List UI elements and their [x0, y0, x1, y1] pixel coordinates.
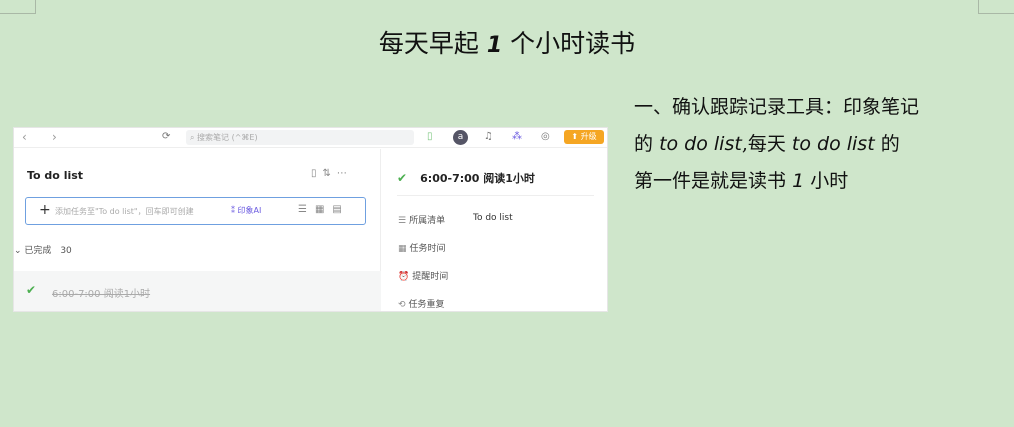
list-item[interactable]: ✔ 6:00-7:00 阅读1小时: [14, 271, 381, 311]
todo-list-term-1: to do list: [659, 133, 742, 155]
upgrade-label: 升级: [580, 132, 597, 141]
list-title: To do list: [27, 169, 84, 182]
evernote-todo-screenshot: ‹ › ⟳ ⌕ 搜索笔记 (^⌘E) ▯ a ♫ ⁂ ◎ ⬆ 升级 To do …: [13, 127, 608, 312]
alarm-icon: ⏰: [398, 272, 410, 282]
avatar[interactable]: a: [453, 130, 468, 145]
page-corner-mark-left: [0, 0, 36, 14]
check-icon[interactable]: ✔: [397, 171, 407, 185]
check-icon[interactable]: ✔: [26, 283, 36, 297]
title-text-1: 每天早起: [378, 29, 479, 58]
sync-icon[interactable]: ⟳: [162, 131, 170, 142]
side-text-de: 的: [634, 133, 654, 155]
list-icon: ☰: [398, 216, 407, 226]
device-icon[interactable]: ▯: [311, 168, 323, 179]
add-task-tools: ☰▦▤: [298, 204, 350, 215]
add-task-input[interactable]: + 添加任务至"To do list"，回车即可创建 ⁑ 印象AI ☰▦▤: [25, 197, 366, 225]
add-task-placeholder: 添加任务至"To do list"，回车即可创建: [55, 207, 194, 216]
page-corner-mark-right: [978, 0, 1014, 14]
sparkle-icon: ⁑: [231, 206, 235, 215]
task-detail-pane: ✔ 6:00-7:00 阅读1小时 ☰ 所属清单 To do list ▦ 任务时间…: [382, 149, 607, 311]
list-icon[interactable]: ☰: [298, 204, 315, 215]
side-line-3: 第一件是就是读书 1 小时: [634, 163, 979, 200]
side-line-1: 一、确认跟踪记录工具：印象笔记: [634, 96, 920, 118]
prop-label: 任务时间: [409, 244, 446, 254]
plus-icon: +: [39, 202, 51, 218]
prop-label: 任务重复: [408, 300, 445, 310]
list-toolbar: ▯⇅⋯: [311, 168, 353, 179]
prop-value: To do list: [473, 213, 513, 223]
completed-count: 30: [60, 246, 72, 256]
side-text-3a: 第一件是就是读书: [634, 170, 787, 192]
prop-label: 所属清单: [409, 216, 446, 226]
prop-list[interactable]: ☰ 所属清单 To do list: [398, 213, 513, 226]
sort-icon[interactable]: ⇅: [323, 168, 337, 179]
completed-label: 已完成: [24, 246, 52, 256]
side-line-2: 的 to do list,每天 to do list 的: [634, 126, 979, 163]
side-paragraph: 一、确认跟踪记录工具：印象笔记 的 to do list,每天 to do li…: [634, 89, 979, 200]
task-detail-title[interactable]: 6:00-7:00 阅读1小时: [420, 172, 535, 185]
upgrade-button[interactable]: ⬆ 升级: [564, 130, 604, 144]
task-detail-header: ✔ 6:00-7:00 阅读1小时: [397, 167, 535, 186]
bell-icon[interactable]: ♫: [484, 131, 493, 142]
repeat-icon: ⟲: [398, 300, 406, 310]
completed-task-text: 6:00-7:00 阅读1小时: [52, 289, 151, 300]
phone-icon[interactable]: ▯: [427, 131, 433, 142]
side-text-comma: ,每天: [741, 133, 786, 155]
forward-arrow-icon[interactable]: ›: [52, 130, 57, 144]
search-input[interactable]: ⌕ 搜索笔记 (^⌘E): [186, 130, 414, 145]
title-number: 1: [486, 33, 503, 58]
note-icon[interactable]: ▤: [332, 204, 349, 215]
help-icon[interactable]: ◎: [541, 131, 550, 142]
completed-section-toggle[interactable]: ⌄ 已完成 30: [14, 243, 72, 256]
more-icon[interactable]: ⋯: [337, 168, 353, 179]
calendar-icon: ▦: [398, 244, 407, 254]
task-list-pane: To do list ▯⇅⋯ + 添加任务至"To do list"，回车即可创…: [14, 149, 381, 311]
divider: [397, 195, 594, 196]
ai-wave-icon[interactable]: ⁂: [512, 131, 522, 142]
prop-reminder[interactable]: ⏰ 提醒时间: [398, 269, 448, 282]
side-text-3b: 小时: [810, 170, 849, 192]
prop-repeat[interactable]: ⟲ 任务重复: [398, 297, 445, 310]
search-placeholder: 搜索笔记 (^⌘E): [197, 133, 258, 142]
side-text-de-2: 的: [880, 133, 900, 155]
back-arrow-icon[interactable]: ‹: [22, 130, 27, 144]
upgrade-icon: ⬆: [571, 132, 579, 141]
todo-list-term-2: to do list: [791, 133, 875, 155]
chevron-down-icon: ⌄: [14, 246, 22, 256]
ai-button[interactable]: ⁑ 印象AI: [231, 205, 261, 216]
title-text-2: 个小时读书: [510, 29, 636, 58]
app-topbar: ‹ › ⟳ ⌕ 搜索笔记 (^⌘E) ▯ a ♫ ⁂ ◎ ⬆ 升级: [14, 128, 607, 148]
prop-label: 提醒时间: [412, 272, 449, 282]
ai-label: 印象AI: [237, 206, 262, 215]
calendar-icon[interactable]: ▦: [315, 204, 332, 215]
side-text-3-num: 1: [792, 170, 805, 192]
prop-task-time[interactable]: ▦ 任务时间: [398, 241, 446, 254]
page-title: 每天早起 1 个小时读书: [0, 24, 1014, 60]
search-icon: ⌕: [190, 133, 195, 142]
